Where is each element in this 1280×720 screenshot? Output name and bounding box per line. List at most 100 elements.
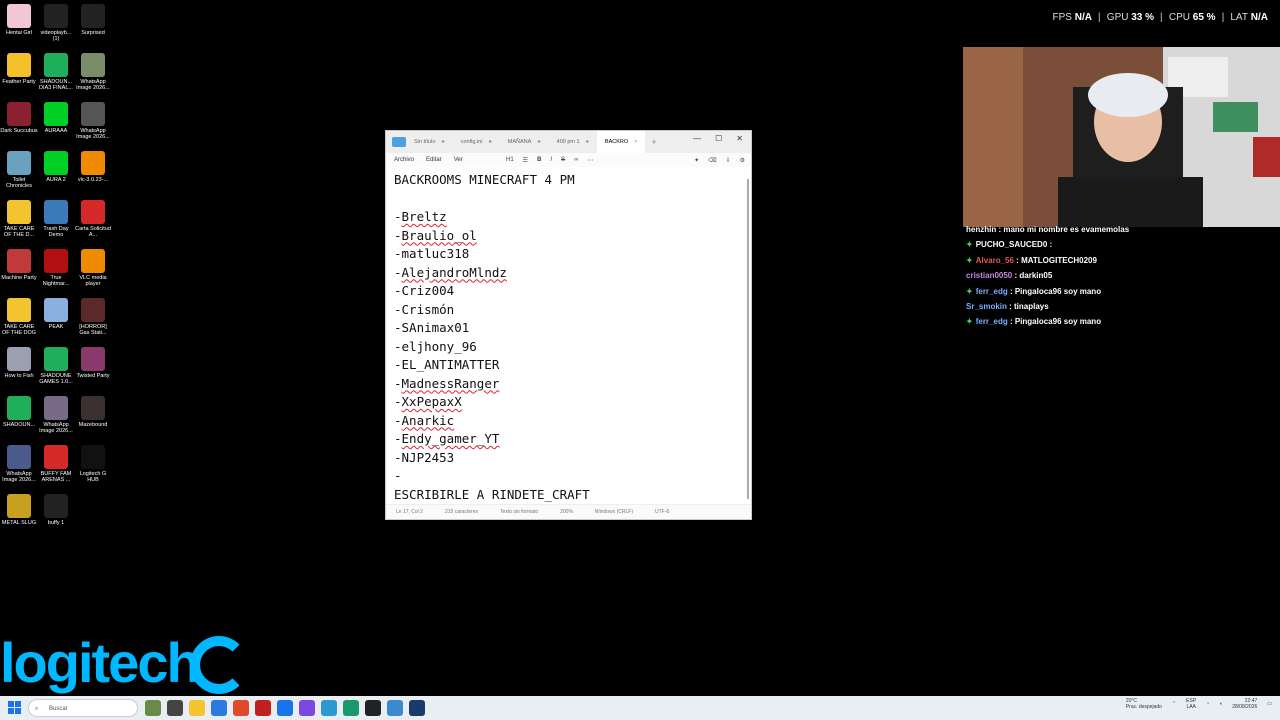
desktop-icon-image	[44, 494, 68, 518]
menu-file[interactable]: Archivo	[394, 157, 414, 163]
desktop-icon[interactable]: SHADOUN...	[0, 396, 38, 428]
taskbar-app-icon[interactable]	[387, 700, 403, 716]
desktop-icon[interactable]: WhatsApp Image 2026...	[74, 53, 112, 91]
text-editor[interactable]: BACKROOMS MINECRAFT 4 PM -Breltz -Braulio…	[394, 171, 743, 504]
chat-username[interactable]: henzhin	[966, 225, 996, 234]
encoding[interactable]: UTF-8	[655, 509, 669, 515]
desktop-icon[interactable]: AURA 2	[37, 151, 75, 183]
desktop-icon[interactable]: VLC media player	[74, 249, 112, 287]
italic-icon[interactable]: I	[550, 157, 552, 163]
notifications-icon[interactable]: ▭	[1267, 701, 1272, 707]
menu-edit[interactable]: Editar	[426, 157, 442, 163]
tab[interactable]: 400 pm 1 ●	[549, 131, 597, 153]
desktop-icon[interactable]: vlc-3.0.23-...	[74, 151, 112, 183]
desktop-icon[interactable]: SHADOUN... DIA3 FINAL...	[37, 53, 75, 91]
desktop-icon[interactable]: Carta Solicitud A...	[74, 200, 112, 238]
desktop-icon-image	[7, 53, 31, 77]
desktop-icon[interactable]: AURAAA	[37, 102, 75, 134]
desktop-icon[interactable]: Hentai Girl	[0, 4, 38, 36]
unsaved-dot-icon[interactable]: ●	[537, 131, 540, 153]
volume-icon[interactable]: ◖	[1219, 701, 1222, 707]
link-icon[interactable]: ∞	[574, 157, 578, 163]
desktop-icon[interactable]: SHADOUNE GAMES 1.0...	[37, 347, 75, 385]
desktop-icon[interactable]: Mazebound	[74, 396, 112, 428]
taskbar-app-icon[interactable]	[145, 700, 161, 716]
desktop-icon-image	[7, 396, 31, 420]
language-indicator[interactable]: ESP LAA	[1186, 698, 1196, 710]
taskbar-app-icon[interactable]	[343, 700, 359, 716]
tray-chevron-icon[interactable]: ⌃	[1172, 701, 1176, 707]
desktop-icon[interactable]: True Nightmar...	[37, 249, 75, 287]
vertical-scrollbar[interactable]	[747, 179, 749, 499]
new-tab-button[interactable]: +	[651, 137, 656, 147]
chat-username[interactable]: ferr_edg	[976, 287, 1008, 296]
start-button[interactable]	[8, 701, 22, 715]
clear-format-icon[interactable]: ⌫	[708, 157, 716, 164]
line-ending[interactable]: Windows (CRLF)	[595, 509, 633, 515]
desktop-icon[interactable]: Twisted Party	[74, 347, 112, 379]
desktop-icon[interactable]: BUFFY FAM ARENAS ...	[37, 445, 75, 483]
desktop-icon[interactable]: Feather Party	[0, 53, 38, 85]
tab[interactable]: MAÑANA ●	[500, 131, 549, 153]
desktop-icon[interactable]: WhatsApp Image 2026...	[74, 102, 112, 140]
weather-widget[interactable]: 20°C Prac. despejado	[1126, 698, 1162, 710]
unsaved-dot-icon[interactable]: ●	[586, 131, 589, 153]
taskbar-app-icon[interactable]	[321, 700, 337, 716]
desktop-icon[interactable]: buffy 1	[37, 494, 75, 526]
desktop-icon[interactable]: Surprised	[74, 4, 112, 36]
tab[interactable]: Sin título ●	[406, 131, 453, 153]
close-icon[interactable]: ✕	[736, 134, 743, 143]
taskbar-app-icon[interactable]	[189, 700, 205, 716]
maximize-icon[interactable]: ☐	[715, 134, 722, 143]
taskbar-app-icon[interactable]	[365, 700, 381, 716]
heading-select[interactable]: H1	[506, 157, 514, 163]
desktop-icon[interactable]: TAKE CARE OF THE D...	[0, 200, 38, 238]
tab-close-icon[interactable]: ×	[634, 131, 637, 153]
clock[interactable]: 22:47 28/08/2026	[1232, 698, 1257, 710]
taskbar-app-icon[interactable]	[299, 700, 315, 716]
tab[interactable]: BACKRO ×	[596, 131, 646, 153]
desktop-icon[interactable]: Machine Party	[0, 249, 38, 281]
zoom-level[interactable]: 200%	[560, 509, 573, 515]
settings-icon[interactable]: ⚙	[740, 157, 745, 164]
chat-username[interactable]: cristian0050	[966, 271, 1012, 280]
bold-icon[interactable]: B	[537, 157, 541, 163]
desktop-icon[interactable]: WhatsApp Image 2026...	[37, 396, 75, 434]
strikethrough-icon[interactable]: S	[561, 157, 565, 163]
format-label[interactable]: Texto sin formato	[500, 509, 538, 515]
tabs: Sin título ● config.ini ● MAÑANA ● 400 pm 1 ● BA…	[406, 131, 646, 153]
desktop-icon[interactable]: WhatsApp Image 2026...	[0, 445, 38, 483]
taskbar-app-icon[interactable]	[277, 700, 293, 716]
desktop-icon-label: vlc-3.0.23-...	[77, 177, 109, 183]
taskbar-app-icon[interactable]	[409, 700, 425, 716]
taskbar-app-icon[interactable]	[233, 700, 249, 716]
desktop-icon[interactable]: Logitech G HUB	[74, 445, 112, 483]
more-icon[interactable]: ⋯	[587, 157, 593, 164]
desktop-icon[interactable]: [HORROR] Gas Stati...	[74, 298, 112, 336]
desktop-icon[interactable]: METAL SLUG	[0, 494, 38, 526]
desktop-icon[interactable]: PEAK	[37, 298, 75, 330]
list-icon[interactable]: ☰	[523, 157, 528, 164]
taskbar-app-icon[interactable]	[255, 700, 271, 716]
chat-username[interactable]: Sr_smokin	[966, 302, 1007, 311]
taskbar-app-icon[interactable]	[211, 700, 227, 716]
desktop-icon[interactable]: videoplayb... (1)	[37, 4, 75, 42]
desktop-icon[interactable]: How to Fish	[0, 347, 38, 379]
unsaved-dot-icon[interactable]: ●	[441, 131, 444, 153]
desktop-icon[interactable]: Trash Day Demo	[37, 200, 75, 238]
chat-username[interactable]: ferr_edg	[976, 317, 1008, 326]
unsaved-dot-icon[interactable]: ●	[488, 131, 491, 153]
desktop-icon[interactable]: TAKE CARE OF THE DOG	[0, 298, 38, 336]
desktop-icon[interactable]: Dark Succubus	[0, 102, 38, 134]
menu-view[interactable]: Ver	[454, 157, 463, 163]
taskbar-app-icon[interactable]	[167, 700, 183, 716]
desktop-icon[interactable]: Toilet Chronicles	[0, 151, 38, 189]
minimize-icon[interactable]: —	[693, 134, 701, 143]
taskbar-search[interactable]: ⌕ Buscar	[28, 699, 138, 717]
save-icon[interactable]: ⇩	[726, 157, 731, 164]
copilot-icon[interactable]: ✦	[694, 157, 699, 164]
network-icon[interactable]: ◔	[1206, 701, 1209, 707]
tab[interactable]: config.ini ●	[453, 131, 500, 153]
chat-username[interactable]: PUCHO_SAUCED0	[976, 240, 1048, 249]
chat-username[interactable]: Alvaro_56	[976, 256, 1014, 265]
